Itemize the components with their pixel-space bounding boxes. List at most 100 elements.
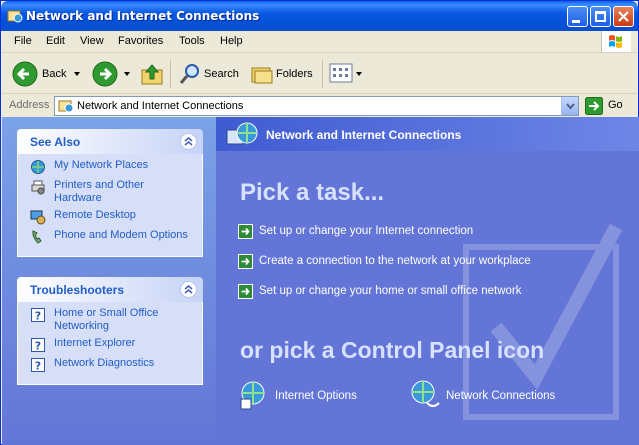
- svg-text:?: ?: [35, 360, 41, 373]
- address-label: Address: [9, 99, 50, 111]
- link-phone-modem[interactable]: Phone and Modem Options: [18, 229, 202, 249]
- chevron-down-icon: [566, 103, 575, 110]
- maximize-icon: [595, 11, 606, 22]
- link-label: My Network Places: [54, 159, 149, 171]
- link-label: Network Diagnostics: [54, 357, 155, 369]
- link-label-line2: Networking: [54, 320, 110, 332]
- task-arrow-icon: [238, 254, 253, 269]
- network-connections-small-icon: [58, 100, 74, 113]
- see-also-title: See Also: [30, 135, 81, 149]
- link-home-office-networking[interactable]: ? Home or Small Office Networking: [18, 307, 202, 337]
- address-dropdown-button[interactable]: [561, 97, 578, 115]
- internet-options-icon: [240, 381, 265, 410]
- network-folder-icon: [7, 10, 23, 23]
- collapse-troubleshooters-button[interactable]: [180, 281, 197, 298]
- network-connections-label: Network Connections: [446, 390, 556, 402]
- go-label: Go: [608, 99, 623, 111]
- window-title: Network and Internet Connections: [26, 9, 260, 23]
- title-bar[interactable]: Network and Internet Connections: [1, 1, 638, 31]
- forward-button[interactable]: [90, 60, 134, 88]
- task-pane: See Also My Network Places Printers and …: [2, 117, 216, 445]
- search-icon: [179, 64, 199, 84]
- menu-view[interactable]: View: [80, 35, 104, 47]
- pick-task-heading: Pick a task...: [240, 179, 385, 206]
- content-area: See Also My Network Places Printers and …: [2, 117, 639, 445]
- explorer-window: Network and Internet Connections File Ed…: [0, 0, 639, 445]
- network-globe-icon: [226, 122, 258, 145]
- phone-icon: [32, 230, 42, 244]
- link-network-diagnostics[interactable]: ? Network Diagnostics: [18, 357, 202, 377]
- address-value: Network and Internet Connections: [77, 100, 244, 112]
- collapse-see-also-button[interactable]: [180, 133, 197, 150]
- banner-title: Network and Internet Connections: [266, 128, 462, 142]
- views-dropdown-icon: [356, 72, 362, 76]
- search-label: Search: [204, 68, 239, 80]
- forward-dropdown-icon[interactable]: [124, 72, 130, 76]
- see-also-header[interactable]: See Also: [17, 129, 203, 154]
- folders-button[interactable]: Folders: [248, 60, 318, 88]
- task-label: Create a connection to the network at yo…: [259, 255, 531, 267]
- task-home-network[interactable]: Set up or change your home or small offi…: [238, 284, 522, 299]
- link-internet-explorer[interactable]: ? Internet Explorer: [18, 337, 202, 357]
- toolbar-separator: [170, 60, 171, 88]
- watermark-checkbox-icon: [463, 223, 623, 420]
- address-input[interactable]: Network and Internet Connections: [54, 96, 579, 116]
- link-label-line2: Hardware: [54, 192, 102, 204]
- link-my-network-places[interactable]: My Network Places: [18, 159, 202, 179]
- help-icon: ?: [31, 358, 45, 373]
- see-also-box: See Also My Network Places Printers and …: [17, 129, 203, 257]
- task-arrow-icon: [238, 284, 253, 299]
- link-printers-hardware[interactable]: Printers and Other Hardware: [18, 179, 202, 209]
- category-banner: Network and Internet Connections: [216, 117, 639, 151]
- link-remote-desktop[interactable]: Remote Desktop: [18, 209, 202, 229]
- chevron-up-double-icon: [184, 136, 193, 146]
- search-button[interactable]: Search: [176, 60, 242, 88]
- toolbar: Back Search Folders: [2, 54, 637, 94]
- help-icon: ?: [31, 308, 45, 323]
- link-label: Remote Desktop: [54, 209, 136, 221]
- see-also-list: My Network Places Printers and Other Har…: [17, 154, 203, 257]
- link-label: Phone and Modem Options: [54, 229, 188, 241]
- menu-tools[interactable]: Tools: [179, 35, 205, 47]
- help-icon: ?: [31, 338, 45, 353]
- views-icon: [329, 63, 353, 83]
- minimize-button[interactable]: [567, 6, 588, 27]
- network-places-icon: [31, 160, 45, 174]
- minimize-icon: [572, 20, 580, 23]
- maximize-button[interactable]: [590, 6, 611, 27]
- folders-icon: [251, 67, 273, 84]
- troubleshooters-list: ? Home or Small Office Networking ? Inte…: [17, 302, 203, 385]
- back-button[interactable]: Back: [10, 60, 82, 88]
- internet-options-label: Internet Options: [275, 390, 357, 402]
- menu-file[interactable]: File: [14, 35, 32, 47]
- menu-edit[interactable]: Edit: [46, 35, 65, 47]
- go-button[interactable]: Go: [585, 97, 631, 115]
- up-folder-icon[interactable]: [140, 62, 164, 86]
- svg-text:?: ?: [35, 310, 41, 323]
- troubleshooters-header[interactable]: Troubleshooters: [17, 277, 203, 302]
- task-label: Set up or change your Internet connectio…: [259, 225, 474, 237]
- back-arrow-icon: [12, 61, 38, 87]
- views-button[interactable]: [328, 62, 364, 86]
- back-dropdown-icon[interactable]: [74, 72, 80, 76]
- link-label: Internet Explorer: [54, 337, 136, 349]
- folders-label: Folders: [276, 68, 313, 80]
- troubleshooters-box: Troubleshooters ? Home or Small Office N…: [17, 277, 203, 385]
- menu-help[interactable]: Help: [220, 35, 243, 47]
- toolbar-separator: [322, 60, 323, 88]
- main-pane: Network and Internet Connections Pick a …: [216, 117, 639, 445]
- printer-icon: [31, 180, 45, 195]
- link-label: Home or Small Office: [54, 307, 159, 319]
- close-icon: [618, 11, 629, 22]
- network-connections-icon: [411, 380, 440, 407]
- link-label: Printers and Other: [54, 179, 144, 191]
- troubleshooters-title: Troubleshooters: [30, 283, 125, 297]
- menu-favorites[interactable]: Favorites: [118, 35, 163, 47]
- task-workplace-connection[interactable]: Create a connection to the network at yo…: [238, 254, 531, 269]
- task-arrow-icon: [238, 224, 253, 239]
- forward-arrow-icon: [92, 61, 118, 87]
- close-button[interactable]: [613, 6, 634, 27]
- task-internet-connection[interactable]: Set up or change your Internet connectio…: [238, 224, 474, 239]
- address-bar: Address Network and Internet Connections…: [2, 95, 637, 117]
- windows-logo-icon: [601, 31, 631, 52]
